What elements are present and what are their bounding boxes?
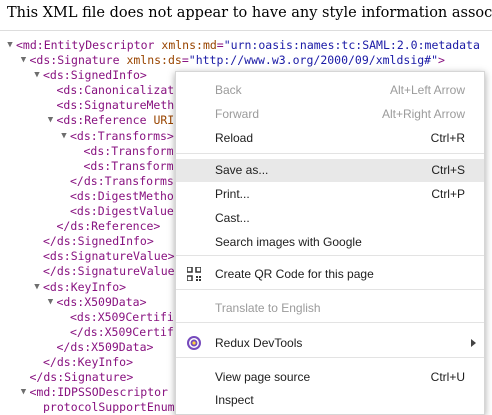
menu-item-shortcut: Alt+Left Arrow [389, 83, 465, 97]
xml-tag: </ds:Transforms [70, 173, 174, 188]
menu-item-shortcut: Ctrl+R [430, 131, 465, 145]
menu-item-forward: Forward Alt+Right Arrow [176, 103, 484, 126]
xml-tag: </ds:X509Data> [56, 339, 154, 354]
menu-separator [176, 255, 484, 256]
notice-text: This XML file does not appear to have an… [7, 5, 492, 21]
menu-item-shortcut: Ctrl+U [430, 370, 465, 384]
xml-attr-name: xmlns:md [154, 38, 217, 52]
xml-tag: </ds:X509Certif [70, 324, 174, 339]
menu-item-label: Redux DevTools [215, 336, 303, 350]
redux-devtools-icon [186, 335, 202, 351]
xml-attr-eq: = [216, 38, 224, 52]
menu-item-redux-devtools[interactable]: Redux DevTools [176, 332, 484, 355]
collapse-toggle-icon[interactable]: ▼ [32, 280, 42, 295]
collapse-toggle-icon[interactable]: ▼ [5, 38, 15, 53]
menu-item-translate: Translate to English [176, 297, 484, 320]
menu-item-reload[interactable]: Reload Ctrl+R [176, 127, 484, 150]
notice-divider [0, 30, 492, 31]
menu-item-cast[interactable]: Cast... [176, 207, 484, 230]
xml-tag: </ds:SignatureValue> [43, 264, 182, 279]
menu-item-print[interactable]: Print... Ctrl+P [176, 183, 484, 206]
menu-item-label: Search images with Google [215, 235, 362, 249]
xml-tag: <ds:Signature [29, 53, 120, 68]
collapse-toggle-icon[interactable]: ▼ [19, 385, 29, 400]
menu-item-create-qr[interactable]: Create QR Code for this page [176, 263, 484, 286]
menu-item-label: Print... [215, 187, 250, 201]
menu-separator [176, 153, 484, 154]
menu-separator [176, 322, 484, 323]
menu-item-save-as[interactable]: Save as... Ctrl+S [176, 159, 484, 182]
xml-tag: <ds:SignatureValue> [43, 249, 175, 264]
context-menu: Back Alt+Left Arrow Forward Alt+Right Arrow… [175, 71, 485, 415]
menu-item-shortcut: Ctrl+S [431, 163, 465, 177]
xml-tag: <md:IDPSSODescriptor [29, 385, 168, 400]
menu-item-back: Back Alt+Left Arrow [176, 79, 484, 102]
collapse-toggle-icon[interactable]: ▼ [46, 295, 56, 310]
xml-tag: <ds:DigestValue [70, 204, 174, 219]
xml-tag: </ds:Signature> [29, 370, 134, 385]
xml-tag: </ds:Reference> [56, 219, 161, 234]
menu-item-inspect[interactable]: Inspect [176, 389, 484, 412]
menu-item-label: Save as... [215, 163, 269, 177]
xml-tag: <ds:SignatureMeth [56, 98, 175, 113]
xml-tag: </ds:SignedInfo> [43, 234, 154, 249]
menu-item-label: Reload [215, 131, 254, 145]
submenu-arrow-icon [471, 339, 476, 347]
collapse-toggle-icon[interactable]: ▼ [59, 129, 69, 144]
xml-tag: <ds:X509Data> [56, 294, 147, 309]
xml-tag: <ds:KeyInfo> [43, 279, 127, 294]
menu-item-label: View page source [215, 370, 311, 384]
qr-code-icon [186, 266, 202, 282]
xml-tag: <ds:DigestMetho [70, 188, 174, 203]
xml-attr-name: xmlns:ds [119, 53, 182, 68]
xml-attr-value: "urn:oasis:names:tc:SAML:2.0:metadata [223, 38, 480, 52]
xml-tag: </ds:KeyInfo> [43, 354, 134, 369]
menu-separator [176, 289, 484, 290]
menu-item-label: Inspect [215, 393, 254, 407]
menu-item-label: Cast... [215, 211, 250, 225]
xml-tag: <md:EntityDescriptor [16, 38, 155, 52]
xml-attr-value: "http://www.w3.org/2000/09/xmldsig#" [188, 53, 439, 68]
xml-tag: <ds:Transform [83, 158, 174, 173]
menu-item-shortcut: Ctrl+P [431, 187, 465, 201]
xml-line: ▼ <md:EntityDescriptor xmlns:md="urn:oasi… [0, 38, 492, 53]
xml-tag: <ds:Reference [56, 113, 147, 128]
xml-tag-end: > [438, 53, 445, 68]
collapse-toggle-icon[interactable]: ▼ [32, 68, 42, 83]
collapse-toggle-icon[interactable]: ▼ [46, 113, 56, 128]
menu-item-label: Create QR Code for this page [215, 267, 374, 281]
menu-separator [176, 357, 484, 358]
xml-tag: <ds:Transform [83, 143, 174, 158]
menu-item-search-images[interactable]: Search images with Google [176, 231, 484, 254]
xml-tag: <ds:Transforms> [70, 128, 174, 143]
xml-attr-eq: = [181, 53, 189, 68]
menu-item-label: Back [215, 83, 242, 97]
menu-item-shortcut: Alt+Right Arrow [381, 107, 465, 121]
xml-tag: protocolSupportEnume [43, 400, 182, 413]
xml-tag: <ds:X509Certifi [70, 309, 174, 324]
menu-item-label: Forward [215, 107, 260, 121]
xml-tag: <ds:Canonicalizat [56, 83, 175, 98]
xml-tag: <ds:SignedInfo> [43, 68, 147, 83]
xml-attr-name: URI [146, 113, 175, 128]
menu-item-label: Translate to English [215, 301, 321, 315]
collapse-toggle-icon[interactable]: ▼ [19, 53, 29, 68]
xml-line: ▼ <ds:Signature xmlns:ds="http://www.w3.o… [0, 53, 492, 68]
xml-style-notice: This XML file does not appear to have an… [0, 0, 492, 30]
menu-item-view-source[interactable]: View page source Ctrl+U [176, 366, 484, 389]
